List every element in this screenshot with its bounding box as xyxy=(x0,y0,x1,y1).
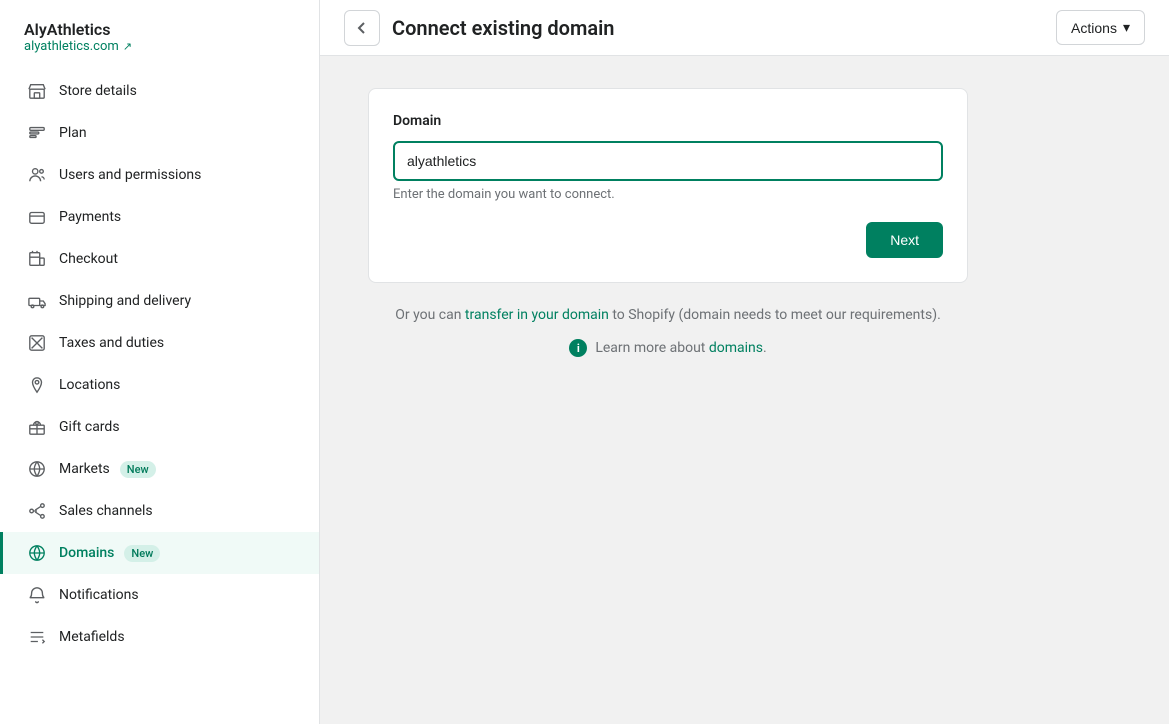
domains-icon xyxy=(27,543,47,563)
transfer-link[interactable]: transfer in your domain xyxy=(465,307,609,323)
store-link[interactable]: alyathletics.com ↗ xyxy=(24,39,295,54)
info-icon: i xyxy=(569,339,587,357)
sidebar: AlyAthletics alyathletics.com ↗ Store de… xyxy=(0,0,320,724)
topbar-left: Connect existing domain xyxy=(344,10,614,46)
markets-badge: New xyxy=(120,461,156,478)
learn-more: i Learn more about domains. xyxy=(368,339,968,357)
sidebar-item-label-payments: Payments xyxy=(59,209,121,225)
sidebar-item-label-shipping: Shipping and delivery xyxy=(59,293,191,309)
sidebar-item-label-plan: Plan xyxy=(59,125,87,141)
sidebar-item-label-store-details: Store details xyxy=(59,83,137,99)
sidebar-item-label-users: Users and permissions xyxy=(59,167,201,183)
sidebar-item-markets[interactable]: Markets New xyxy=(0,448,319,490)
sidebar-item-label-metafields: Metafields xyxy=(59,629,125,645)
domain-hint: Enter the domain you want to connect. xyxy=(393,187,943,202)
sidebar-item-label-checkout: Checkout xyxy=(59,251,118,267)
back-button[interactable] xyxy=(344,10,380,46)
domains-badge: New xyxy=(124,545,160,562)
domains-learn-more-link[interactable]: domains xyxy=(709,340,763,356)
gift-icon xyxy=(27,417,47,437)
sidebar-item-locations[interactable]: Locations xyxy=(0,364,319,406)
content-area: Domain Enter the domain you want to conn… xyxy=(320,56,1169,724)
sidebar-nav: Store details Plan Users and permissions… xyxy=(0,62,319,666)
sidebar-item-store-details[interactable]: Store details xyxy=(0,70,319,112)
next-button[interactable]: Next xyxy=(866,222,943,258)
sidebar-item-label-markets: Markets New xyxy=(59,461,156,478)
plan-icon xyxy=(27,123,47,143)
shipping-icon xyxy=(27,291,47,311)
sidebar-item-label-taxes: Taxes and duties xyxy=(59,335,164,351)
domain-input[interactable] xyxy=(393,141,943,181)
domain-card-title: Domain xyxy=(393,113,943,129)
transfer-text: Or you can transfer in your domain to Sh… xyxy=(368,307,968,323)
main-content: Connect existing domain Actions ▾ Domain… xyxy=(320,0,1169,724)
sidebar-item-users-permissions[interactable]: Users and permissions xyxy=(0,154,319,196)
chevron-down-icon: ▾ xyxy=(1123,19,1130,36)
sidebar-item-label-domains: Domains New xyxy=(59,545,160,562)
sidebar-item-notifications[interactable]: Notifications xyxy=(0,574,319,616)
payments-icon xyxy=(27,207,47,227)
domain-card: Domain Enter the domain you want to conn… xyxy=(368,88,968,283)
store-icon xyxy=(27,81,47,101)
sidebar-item-label-sales-channels: Sales channels xyxy=(59,503,153,519)
users-icon xyxy=(27,165,47,185)
metafields-icon xyxy=(27,627,47,647)
locations-icon xyxy=(27,375,47,395)
external-link-icon: ↗ xyxy=(123,40,132,53)
notifications-icon xyxy=(27,585,47,605)
sidebar-item-metafields[interactable]: Metafields xyxy=(0,616,319,658)
sidebar-item-label-notifications: Notifications xyxy=(59,587,139,603)
taxes-icon xyxy=(27,333,47,353)
sidebar-item-domains[interactable]: Domains New xyxy=(0,532,319,574)
topbar: Connect existing domain Actions ▾ xyxy=(320,0,1169,56)
actions-button[interactable]: Actions ▾ xyxy=(1056,10,1145,45)
store-name: AlyAthletics xyxy=(24,20,295,39)
markets-icon xyxy=(27,459,47,479)
sidebar-item-plan[interactable]: Plan xyxy=(0,112,319,154)
sidebar-item-taxes[interactable]: Taxes and duties xyxy=(0,322,319,364)
sidebar-item-checkout[interactable]: Checkout xyxy=(0,238,319,280)
sidebar-item-gift-cards[interactable]: Gift cards xyxy=(0,406,319,448)
sidebar-item-shipping[interactable]: Shipping and delivery xyxy=(0,280,319,322)
channels-icon xyxy=(27,501,47,521)
sidebar-header: AlyAthletics alyathletics.com ↗ xyxy=(0,0,319,62)
sidebar-item-label-locations: Locations xyxy=(59,377,120,393)
sidebar-item-payments[interactable]: Payments xyxy=(0,196,319,238)
sidebar-item-sales-channels[interactable]: Sales channels xyxy=(0,490,319,532)
page-title: Connect existing domain xyxy=(392,16,614,40)
sidebar-item-label-gift-cards: Gift cards xyxy=(59,419,120,435)
checkout-icon xyxy=(27,249,47,269)
